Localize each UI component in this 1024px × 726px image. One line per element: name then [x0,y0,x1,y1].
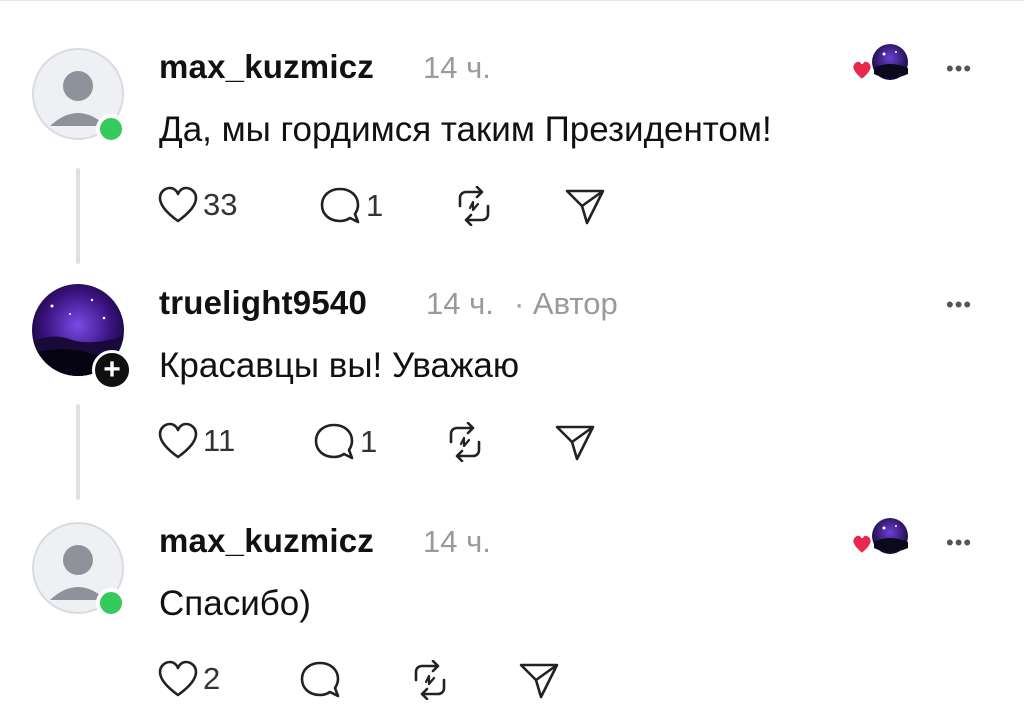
comment-text: Да, мы гордимся таким Президентом! [159,110,772,149]
plus-icon: + [103,353,121,386]
more-icon[interactable]: ••• [946,530,972,556]
comment-icon [320,187,360,224]
thread-line [76,404,80,500]
online-status-dot [96,588,126,618]
share-button[interactable] [553,422,597,462]
share-icon [565,189,605,225]
follow-button[interactable]: + [92,350,132,390]
share-button[interactable] [517,660,561,700]
repost-icon [449,422,481,462]
heart-icon [158,660,198,697]
online-status-dot [96,114,126,144]
timestamp: 14 ч. [426,286,494,321]
username[interactable]: max_kuzmicz [159,48,374,86]
reply-count: 1 [366,188,384,223]
thread-line [76,168,80,264]
comment-text: Красавцы вы! Уважаю [159,346,520,385]
liked-by-author-icon [848,516,912,565]
like-count: 2 [203,661,221,696]
timestamp: 14 ч. [423,524,491,559]
more-icon[interactable]: ••• [946,292,972,318]
author-tag: · Автор [514,286,618,321]
top-divider [0,0,1024,1]
comment-text: Спасибо) [159,584,311,623]
reply-button[interactable] [298,660,346,700]
like-button[interactable]: 33 [157,186,237,224]
repost-button[interactable] [452,186,496,226]
username[interactable]: max_kuzmicz [159,522,374,560]
heart-icon [158,186,198,223]
timestamp: 14 ч. [423,50,491,85]
avatar[interactable] [32,522,126,618]
liked-by-author-icon [848,42,912,91]
reply-button[interactable]: 1 [318,186,383,226]
reply-count: 1 [360,424,378,459]
repost-icon [414,660,446,700]
avatar[interactable] [32,48,126,144]
comment-icon [300,661,340,698]
more-icon[interactable]: ••• [946,56,972,82]
like-button[interactable]: 11 [157,422,235,460]
like-count: 33 [203,187,238,222]
like-count: 11 [203,423,236,458]
repost-icon [458,186,490,226]
comment-icon [314,423,354,460]
repost-button[interactable] [443,422,487,462]
repost-button[interactable] [408,660,452,700]
share-icon [555,425,595,461]
share-icon [519,663,559,699]
reply-button[interactable]: 1 [312,422,377,462]
share-button[interactable] [563,186,607,226]
like-button[interactable]: 2 [157,660,220,698]
avatar[interactable]: + [32,284,132,390]
heart-icon [158,422,198,459]
username[interactable]: truelight9540 [159,284,367,322]
